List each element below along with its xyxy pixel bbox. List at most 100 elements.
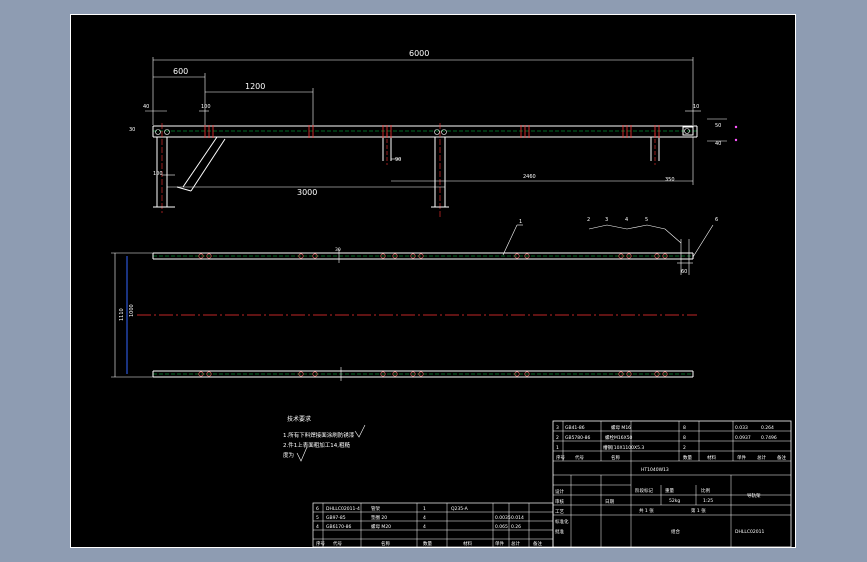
pl-row6-code: DHLLC02011-4 <box>326 506 360 512</box>
tb-date: 日期 <box>605 499 614 505</box>
tb-hdr-mat: 材料 <box>707 454 716 461</box>
tb-row2-total: 0.7496 <box>761 435 777 441</box>
dim-1200: 1200 <box>245 82 265 91</box>
tb-stage: 阶段标记 <box>635 487 653 494</box>
pl-row5-qty: 4 <box>423 515 426 521</box>
pl-row5-no: 5 <box>316 515 319 521</box>
dim-100a: 100 <box>201 104 211 110</box>
balloon-3: 3 <box>605 217 608 223</box>
pl-row6-name: 管架 <box>371 505 380 512</box>
tb-row3-unit: 0.033 <box>735 425 748 431</box>
notes-title: 技术要求 <box>287 415 311 423</box>
balloon-6: 6 <box>715 217 718 223</box>
dim-2460: 2460 <box>523 174 536 180</box>
tb-row3-total: 0.264 <box>761 425 774 431</box>
title-block: 3 GB41-86 螺母 M16 8 0.033 0.264 2 GB5780-… <box>552 420 792 548</box>
pl-hdr-name: 名称 <box>381 540 390 547</box>
dim-600: 600 <box>173 67 188 76</box>
balloon-4: 4 <box>625 217 628 223</box>
cad-drawing: 6000 600 1200 40 100 30 10 50 40 90 100 … <box>111 49 792 548</box>
dim-30p: 30 <box>335 247 341 253</box>
tb-row1-qty: 2 <box>683 445 686 451</box>
dim-3000: 3000 <box>297 188 317 197</box>
elevation-view <box>152 123 698 217</box>
dim-10: 10 <box>693 104 699 110</box>
pl-row5-name: 垫圈 20 <box>371 514 387 521</box>
balloon-1: 1 <box>519 219 522 225</box>
tb-sheet-no: 第 1 张 <box>691 507 706 514</box>
tb-row2-qty: 8 <box>683 435 686 441</box>
tb-row2-code: GB5780-86 <box>565 435 591 441</box>
tb-hdr-qty: 数量 <box>683 454 692 461</box>
dim-350: 350 <box>665 177 675 183</box>
tb-sheets: 共 1 张 <box>639 507 654 514</box>
tb-design: 设计 <box>555 488 564 495</box>
dim-1000: 1000 <box>129 304 135 317</box>
tb-row1-no: 1 <box>556 445 559 451</box>
tb-row3-name: 螺母 M16 <box>611 424 631 431</box>
elevation-dimensions <box>145 57 727 188</box>
tb-row2-unit: 0.0937 <box>735 435 751 441</box>
tb-hdr-code: 代号 <box>575 454 584 461</box>
pl-row6-qty: 1 <box>423 506 426 512</box>
pl-row6-mat: Q235-A <box>451 506 469 512</box>
tb-process: 工艺 <box>555 509 564 515</box>
pl-row4-unit: 0.065 <box>495 524 508 530</box>
pl-hdr-unit: 单件 <box>495 540 504 547</box>
pl-row4-no: 4 <box>316 524 319 530</box>
dim-30: 30 <box>129 127 135 133</box>
tb-scale-label: 比例 <box>701 487 710 494</box>
tb-standard: 标准化 <box>555 518 569 525</box>
pl-row4-qty: 4 <box>423 524 426 530</box>
pl-hdr-code: 代号 <box>333 540 342 547</box>
parts-list-table: 6 DHLLC02011-4 管架 1 Q235-A 5 GB97-85 垫圈 … <box>312 502 554 548</box>
tb-row1-name: 槽钢[10X1100X5.3 <box>603 444 644 451</box>
tb-hdr-name: 名称 <box>611 454 620 461</box>
dim-60: 60 <box>681 269 687 275</box>
pl-row5-code: GB97-85 <box>326 515 346 521</box>
tb-row3-code: GB41-86 <box>565 425 585 431</box>
pl-row4-code: GB6170-86 <box>326 524 352 530</box>
tb-row3-qty: 8 <box>683 425 686 431</box>
pl-row6-no: 6 <box>316 506 319 512</box>
notes-line3: 度为 <box>283 451 294 459</box>
balloon-5: 5 <box>645 217 648 223</box>
tb-hdr-total: 总计 <box>757 454 766 461</box>
tb-row2-name: 螺栓M16X50 <box>605 434 633 441</box>
tb-hdr-unit: 单件 <box>737 454 746 461</box>
dim-40: 40 <box>143 104 149 110</box>
pl-row5-unit: 0.0035 <box>495 515 511 521</box>
pl-row4-total: 0.26 <box>511 524 521 530</box>
tb-row3-no: 3 <box>556 425 559 431</box>
plan-view <box>111 224 714 381</box>
tb-drawing-name: 导轨架 <box>747 492 761 499</box>
pl-row4-name: 螺母 M20 <box>371 523 391 530</box>
dim-overall-length: 6000 <box>409 49 429 58</box>
notes-line1: 1.所有下料焊接面涂刷防锈漆 <box>283 431 355 439</box>
dim-1110: 1110 <box>119 308 125 321</box>
balloon-2: 2 <box>587 217 590 223</box>
pl-hdr-note: 备注 <box>533 540 542 547</box>
tb-company: 组合 <box>671 528 680 535</box>
tb-weight-label: 重量 <box>665 487 674 494</box>
tb-scale-val: 1:25 <box>703 498 713 504</box>
magenta-markers <box>734 125 738 142</box>
tb-drawing-no: DHLLC02011 <box>735 529 764 535</box>
dim-90: 90 <box>395 157 401 163</box>
dim-50r: 50 <box>715 123 721 129</box>
pl-row5-total: 0.014 <box>511 515 524 521</box>
tb-project: HT1040W13 <box>641 467 669 473</box>
tb-check: 审核 <box>555 498 564 505</box>
tb-hdr-no: 序号 <box>556 454 565 461</box>
pl-hdr-mat: 材料 <box>463 540 472 547</box>
pl-hdr-total: 总计 <box>511 540 520 547</box>
tb-hdr-note: 备注 <box>777 454 786 461</box>
pl-hdr-no: 序号 <box>316 540 325 547</box>
tb-row2-no: 2 <box>556 435 559 441</box>
tb-approve: 批准 <box>555 528 564 535</box>
dim-100b: 100 <box>153 171 163 177</box>
tb-weight-val: 52kg <box>669 498 680 504</box>
dim-40r: 40 <box>715 141 721 147</box>
pl-hdr-qty: 数量 <box>423 540 432 547</box>
notes-line2: 2.件1上表面粗加工14,粗糙 <box>283 441 350 449</box>
